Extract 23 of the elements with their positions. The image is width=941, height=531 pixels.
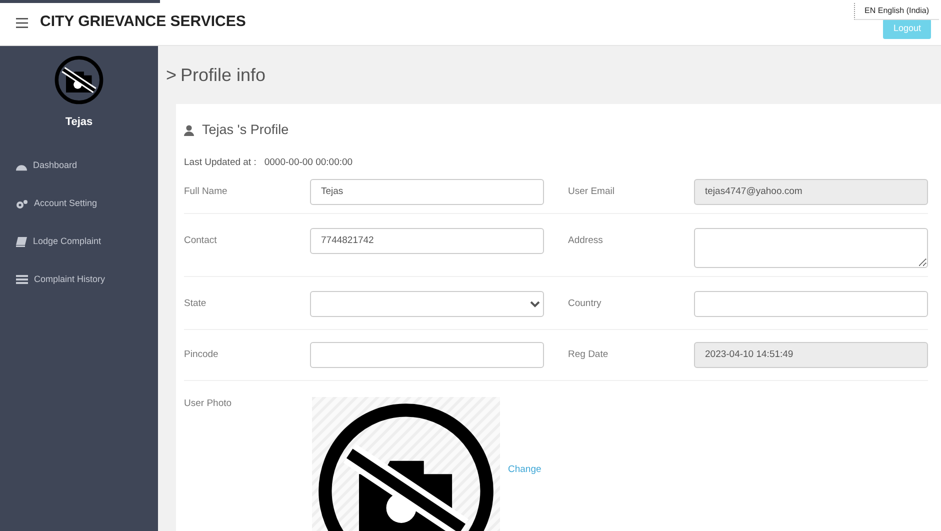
input-field[interactable]: 7744821742 — [310, 228, 544, 254]
field-label: User Email — [568, 184, 616, 198]
field-label: Address — [568, 234, 604, 248]
field-label: Pincode — [184, 348, 220, 362]
field-label: Country — [568, 296, 602, 310]
breadcrumb-marker: > — [166, 64, 177, 86]
field-label: User Photo — [184, 396, 233, 410]
field-label: Contact — [184, 234, 218, 248]
last-updated-label: Last Updated at : — [184, 156, 256, 170]
profile-heading: Tejas 's Profile — [202, 121, 289, 139]
input-field[interactable]: Tejas — [310, 178, 544, 204]
app-title: CITY GRIEVANCE SERVICES — [40, 12, 246, 32]
field-label: Full Name — [184, 184, 228, 198]
user-name: Tejas — [65, 115, 93, 130]
sidebar-item[interactable]: Dashboard — [0, 146, 158, 184]
language-selector[interactable]: EN English (India) — [854, 3, 939, 20]
sidebar-item[interactable]: Account Setting — [0, 184, 158, 222]
last-updated-value: 0000-00-00 00:00:00 — [264, 156, 353, 170]
field-label: Reg Date — [568, 348, 610, 362]
sidebar-item[interactable]: Complaint History — [0, 260, 158, 298]
sidebar-item[interactable]: Lodge Complaint — [0, 222, 158, 260]
page-title: Profile info — [180, 64, 266, 86]
field-label: State — [184, 296, 208, 310]
